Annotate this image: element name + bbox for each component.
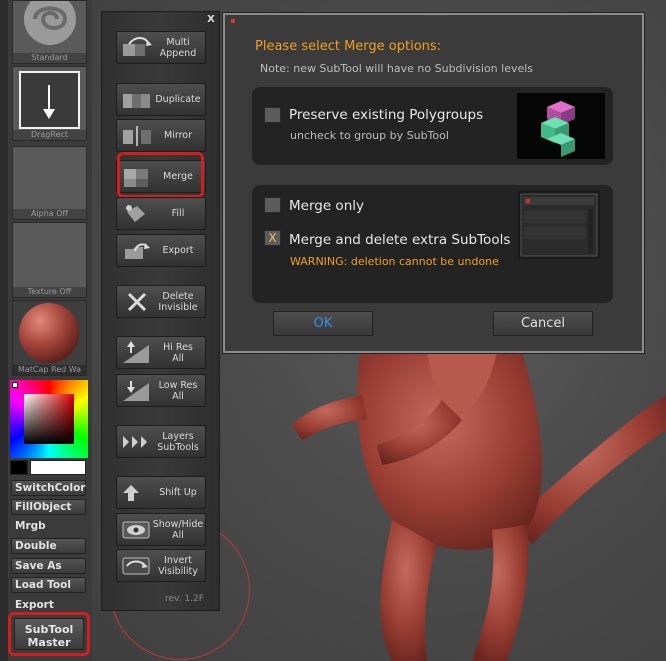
thumb-caption: Standard: [13, 53, 86, 63]
merge-delete-warning: WARNING: deletion cannot be undone: [290, 255, 499, 268]
multi-append-icon: [123, 37, 152, 56]
subtool-list-preview-icon: [518, 191, 600, 259]
dialog-note: Note: new SubTool will have no Subdivisi…: [260, 62, 534, 75]
thumb-caption: Alpha Off: [13, 209, 86, 219]
show-hide-all-label: Show/Hide All: [152, 518, 204, 541]
multi-append-button[interactable]: Multi Append: [116, 31, 206, 64]
export-icon: [125, 243, 150, 259]
secondary-color-swatch[interactable]: [10, 460, 28, 475]
export-tool-button[interactable]: Export: [11, 597, 86, 613]
shift-up-label: Shift Up: [159, 487, 197, 498]
main-color-swatch[interactable]: [30, 460, 86, 475]
merge-mode-option-group: Merge only X Merge and delete extra SubT…: [252, 185, 613, 303]
delete-invisible-label: Delete Invisible: [158, 290, 198, 313]
switch-color-button[interactable]: SwitchColor: [11, 480, 86, 496]
hi-res-all-label: Hi Res All: [163, 341, 193, 364]
color-picker[interactable]: [10, 380, 88, 458]
mirror-label: Mirror: [164, 130, 192, 141]
low-res-all-button[interactable]: Low Res All: [116, 374, 206, 407]
layers-subtools-label: Layers SubTools: [157, 430, 199, 453]
fill-button[interactable]: Fill: [116, 197, 206, 230]
multi-append-label: Multi Append: [159, 36, 197, 59]
hi-res-icon: [123, 341, 149, 363]
preserve-polygroups-label: Preserve existing Polygroups: [289, 107, 484, 123]
subtool-master-button[interactable]: SubTool Master: [14, 618, 84, 650]
stroke-thumbnail[interactable]: DragRect: [12, 66, 87, 141]
brush-standard-icon: [24, 1, 76, 45]
thumb-caption: MatCap Red Wa: [13, 365, 86, 375]
delete-icon: [127, 292, 147, 312]
texture-thumbnail[interactable]: Texture Off: [12, 222, 87, 298]
brush-thumbnail[interactable]: Standard: [12, 0, 87, 64]
duplicate-icon: [123, 94, 150, 108]
merge-options-dialog: Please select Merge options: Note: new S…: [223, 13, 644, 353]
subtool-master-button-highlight: SubTool Master: [8, 612, 90, 656]
thumb-caption: Texture Off: [13, 287, 86, 297]
left-tray: Standard DragRect Alpha Off Texture Off: [0, 0, 92, 661]
load-tool-button[interactable]: Load Tool: [11, 577, 86, 593]
dialog-corner-marker: [231, 19, 235, 23]
delete-invisible-button[interactable]: Delete Invisible: [116, 285, 206, 318]
export-label: Export: [162, 245, 194, 256]
mirror-icon: [123, 126, 151, 146]
low-res-icon: [123, 381, 149, 401]
matcap-sphere-icon: [19, 303, 79, 363]
shift-up-button[interactable]: Shift Up: [116, 476, 206, 509]
merge-button-highlight: [117, 152, 204, 198]
layers-subtools-button[interactable]: Layers SubTools: [116, 425, 206, 458]
panel-close-button[interactable]: X: [205, 14, 217, 26]
invert-visibility-icon: [122, 557, 150, 575]
color-square[interactable]: [24, 394, 74, 444]
polygroups-preview-icon: [517, 93, 605, 159]
ok-button[interactable]: OK: [273, 311, 373, 336]
shift-up-icon: [123, 485, 139, 501]
drag-rect-icon: [19, 71, 80, 129]
fill-bucket-icon: [126, 205, 145, 222]
dialog-title: Please select Merge options:: [255, 39, 442, 54]
save-as-button[interactable]: Save As: [11, 558, 86, 574]
layers-icon: [123, 436, 147, 448]
invert-visibility-label: Invert Visibility: [158, 554, 198, 577]
merge-delete-checkbox[interactable]: X: [264, 230, 281, 246]
mirror-button[interactable]: Mirror: [116, 119, 206, 152]
fill-label: Fill: [171, 208, 185, 219]
preserve-polygroups-sublabel: uncheck to group by SubTool: [290, 129, 449, 142]
export-button[interactable]: Export: [116, 234, 206, 267]
double-button[interactable]: Double: [11, 538, 86, 554]
show-hide-icon: [122, 521, 150, 539]
hi-res-all-button[interactable]: Hi Res All: [116, 336, 206, 369]
color-marker: [12, 382, 18, 388]
cancel-button[interactable]: Cancel: [493, 311, 593, 336]
polygroups-option-group: Preserve existing Polygroups uncheck to …: [252, 87, 613, 165]
invert-visibility-button[interactable]: Invert Visibility: [116, 549, 206, 582]
merge-only-checkbox[interactable]: [264, 197, 281, 213]
alpha-thumbnail[interactable]: Alpha Off: [12, 146, 87, 220]
fill-object-button[interactable]: FillObject: [11, 499, 86, 515]
preserve-polygroups-checkbox[interactable]: [264, 107, 281, 123]
show-hide-all-button[interactable]: Show/Hide All: [116, 513, 206, 546]
duplicate-button[interactable]: Duplicate: [116, 83, 206, 116]
duplicate-label: Duplicate: [155, 94, 201, 105]
low-res-all-label: Low Res All: [158, 379, 198, 402]
tray-divider[interactable]: [0, 0, 8, 661]
subtool-master-label: SubTool Master: [24, 623, 74, 649]
material-thumbnail[interactable]: MatCap Red Wa: [12, 300, 87, 376]
merge-only-label: Merge only: [289, 198, 364, 214]
thumb-caption: DragRect: [13, 130, 86, 140]
merge-delete-label: Merge and delete extra SubTools: [289, 232, 511, 248]
revision-label: rev. 1.2F: [165, 594, 204, 604]
mrgb-button[interactable]: Mrgb: [11, 518, 86, 534]
